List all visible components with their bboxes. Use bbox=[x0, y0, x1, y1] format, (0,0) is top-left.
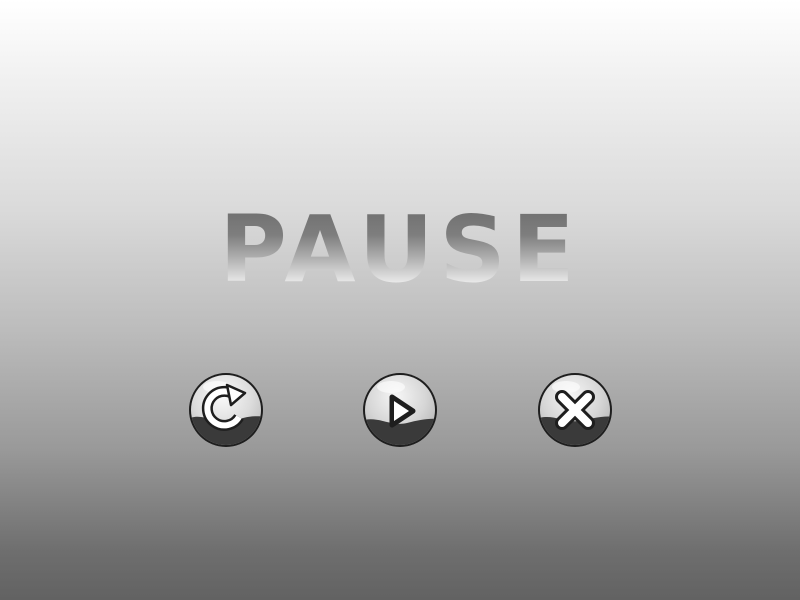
pause-title: PAUSE bbox=[0, 200, 800, 300]
restart-arrow-icon bbox=[189, 373, 263, 447]
resume-button[interactable] bbox=[361, 371, 439, 449]
restart-button[interactable] bbox=[187, 371, 265, 449]
play-icon bbox=[363, 373, 437, 447]
close-x-icon bbox=[538, 373, 612, 447]
quit-button[interactable] bbox=[536, 371, 614, 449]
